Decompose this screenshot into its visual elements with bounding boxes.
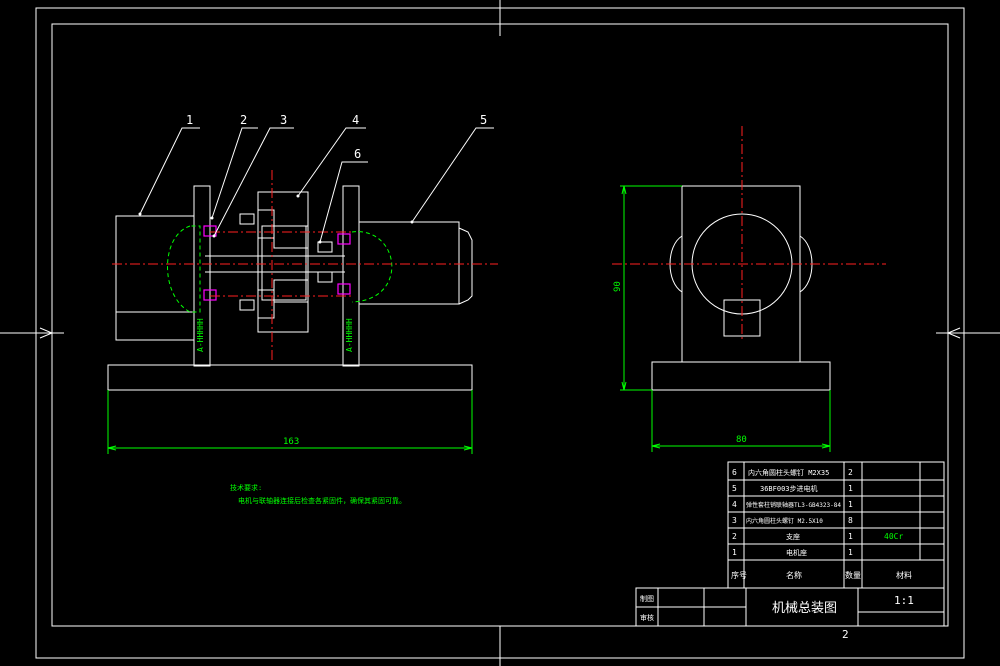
sheet-border — [0, 0, 1000, 666]
notes-heading: 技术要求: — [230, 483, 262, 492]
leaders: 1 2 3 4 5 6 — [138, 113, 494, 244]
balloon-5: 5 — [480, 113, 487, 127]
bom-qty-6: 2 — [848, 468, 853, 477]
dim-side-height: 90 — [613, 281, 623, 292]
bom-name-5: 36BF003步进电机 — [760, 484, 818, 493]
left-face-label: A-HHHHH — [196, 318, 205, 352]
bom-material-2: 40Cr — [884, 532, 903, 541]
front-dimension: 163 — [107, 390, 473, 454]
bom-no-2: 2 — [732, 532, 737, 541]
dim-front-width: 163 — [283, 437, 299, 447]
balloon-1: 1 — [186, 113, 193, 127]
drawing-title: 机械总装图 — [772, 601, 837, 616]
bom-no-3: 3 — [732, 516, 737, 525]
bom-header-no: 序号 — [731, 570, 747, 580]
notes-line-1: 电机与联轴器连接后检查各紧固件，确保其紧固可靠。 — [238, 496, 406, 505]
bom-header-qty: 数量 — [845, 570, 861, 580]
bom-qty-4: 1 — [848, 500, 853, 509]
bom-table: 6 内六角圆柱头螺钉 M2X35 2 5 36BF003步进电机 1 4 弹性套… — [727, 461, 945, 589]
balloon-2: 2 — [240, 113, 247, 127]
title-row-label-2: 审核 — [640, 613, 654, 622]
right-face-label: A-HHHHH — [345, 318, 354, 352]
bom-qty-3: 8 — [848, 516, 853, 525]
side-dimensions: 90 80 — [613, 185, 831, 452]
bom-qty-1: 1 — [848, 548, 853, 557]
coupling — [257, 191, 309, 333]
bom-name-4: 弹性套柱销联轴器TL3-GB4323-84 — [746, 501, 841, 509]
front-view: A-HHHHH A-HHHHH — [107, 170, 498, 391]
assembly-drawing: A-HHHHH A-HHHHH 1 2 3 4 5 6 163 90 80 技术… — [0, 0, 1000, 666]
technical-notes: 技术要求: 电机与联轴器连接后检查各紧固件，确保其紧固可靠。 — [230, 483, 406, 505]
bom-no-5: 5 — [732, 484, 737, 493]
bom-no-4: 4 — [732, 500, 737, 509]
drawing-scale: 1:1 — [894, 594, 914, 607]
bom-name-2: 支座 — [786, 532, 800, 541]
title-block: 制图 审核 机械总装图 1:1 2 — [635, 587, 945, 641]
side-view — [612, 126, 886, 391]
title-row-label-1: 制图 — [640, 594, 654, 603]
base-plate — [107, 364, 473, 391]
bom-name-3: 内六角圆柱头螺钉 M2.5X10 — [746, 517, 823, 525]
dim-side-width: 80 — [736, 435, 747, 445]
bom-name-1: 电机座 — [786, 548, 807, 557]
bom-name-6: 内六角圆柱头螺钉 M2X35 — [748, 468, 829, 477]
sheet-number: 2 — [842, 628, 849, 641]
bom-no-1: 1 — [732, 548, 737, 557]
bom-header-material: 材料 — [896, 570, 912, 580]
side-base — [651, 361, 831, 391]
bom-header-name: 名称 — [786, 570, 802, 580]
balloon-4: 4 — [352, 113, 359, 127]
left-motor-block — [115, 215, 195, 341]
bom-qty-5: 1 — [848, 484, 853, 493]
balloon-6: 6 — [354, 147, 361, 161]
bom-no-6: 6 — [732, 468, 737, 477]
coupling-hatch — [261, 225, 307, 301]
stepper-motor — [358, 221, 460, 305]
balloon-3: 3 — [280, 113, 287, 127]
bom-qty-2: 1 — [848, 532, 853, 541]
